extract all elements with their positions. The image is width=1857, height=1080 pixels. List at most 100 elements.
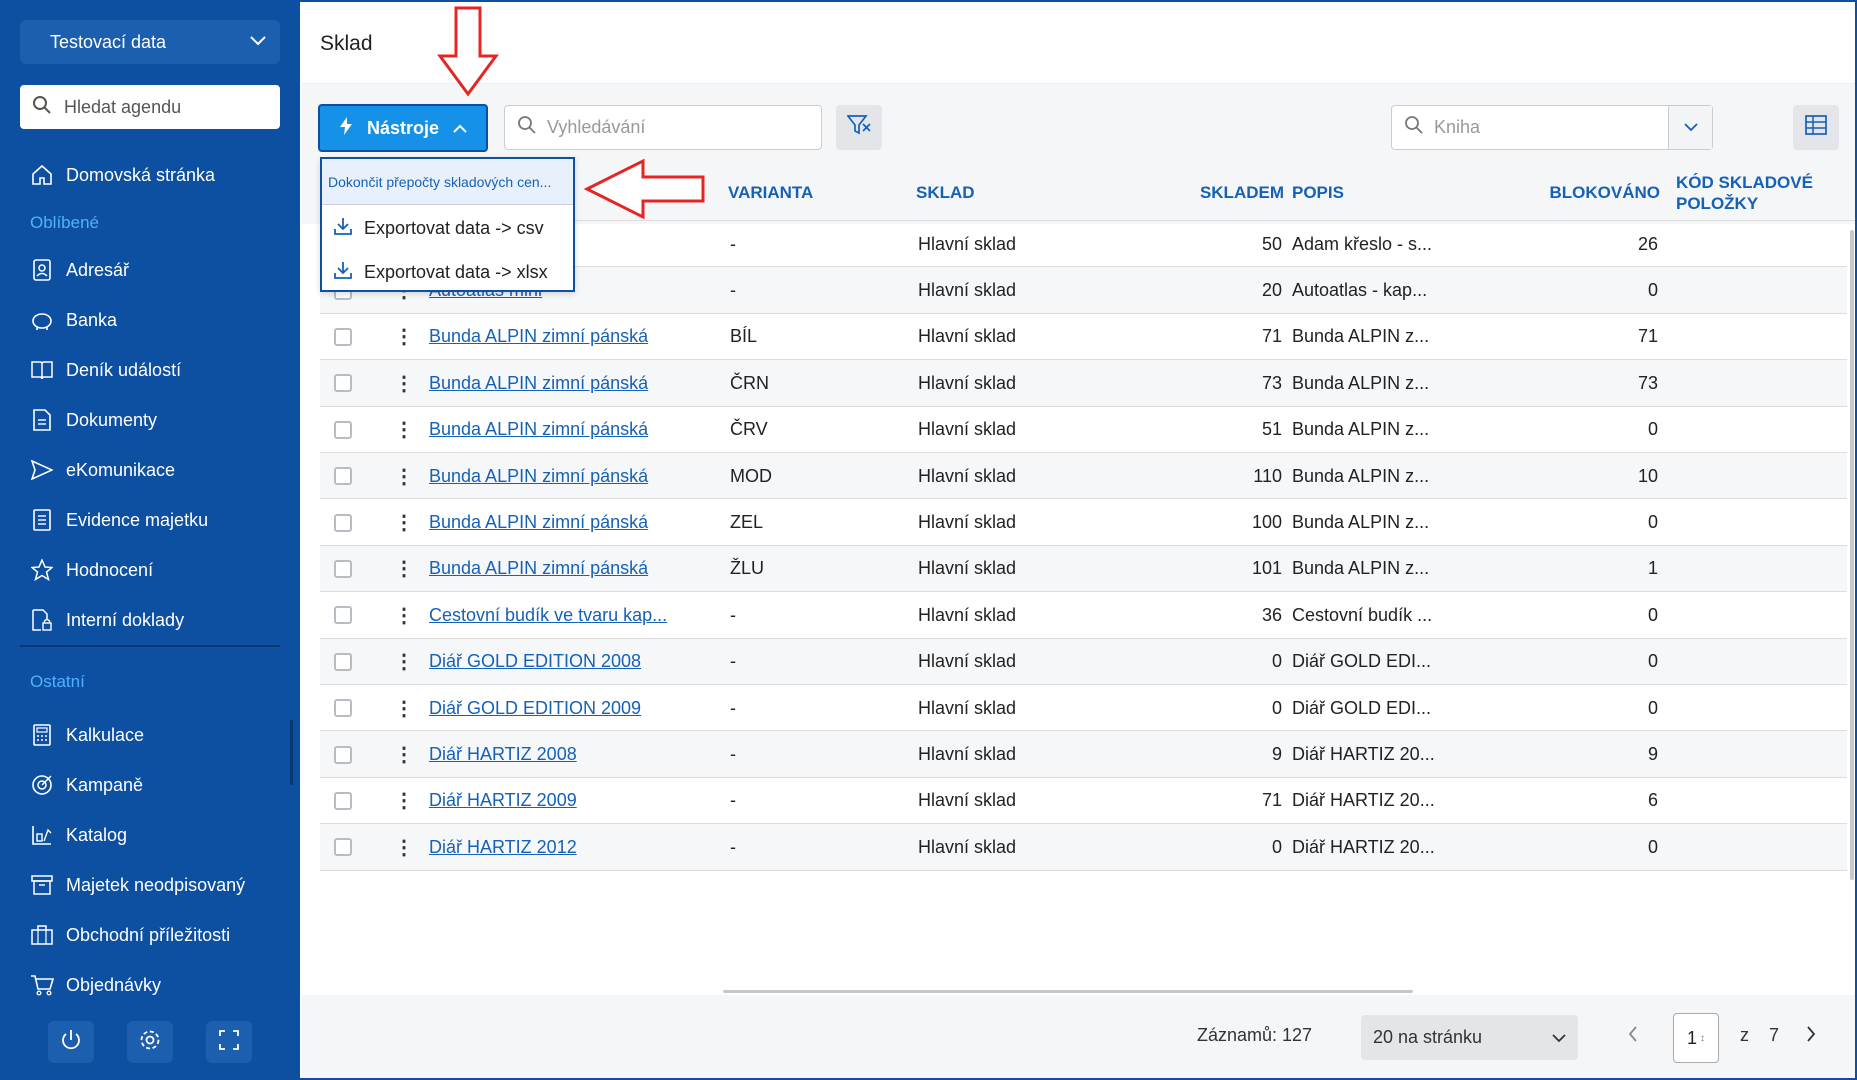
table-row[interactable]: ⋮ Bunda ALPIN zimní pánská ZEL Hlavní sklad… [320,499,1847,546]
row-checkbox[interactable] [334,546,352,592]
table-row[interactable]: ⋮ Bunda ALPIN zimní pánská ČRV Hlavní sklad… [320,407,1847,453]
item-name-link[interactable]: Diář GOLD EDITION 2008 [429,639,641,685]
row-checkbox[interactable] [334,453,352,499]
table-row[interactable]: ⋮ Diář HARTIZ 2009 - Hlavní sklad 71 Diář HAR… [320,778,1847,825]
book-select[interactable]: Kniha [1391,105,1713,150]
row-checkbox[interactable] [334,499,352,545]
column-header-skladem[interactable]: SKLADEM [1164,165,1284,221]
per-page-select[interactable]: 20 na stránku [1361,1015,1578,1060]
checkbox[interactable] [334,838,352,857]
row-checkbox[interactable] [334,778,352,824]
table-row[interactable]: ⋮ Cestovní budík ve tvaru kap... - Hlavní s… [320,592,1847,639]
row-menu-icon[interactable]: ⋮ [394,360,414,406]
menu-item-export-csv[interactable]: Exportovat data -> csv [322,206,573,250]
table-row[interactable]: ⋮ Diář GOLD EDITION 2009 - Hlavní sklad 0 Diá… [320,685,1847,732]
settings-button[interactable] [127,1021,173,1063]
row-checkbox[interactable] [334,731,352,777]
row-checkbox[interactable] [334,407,352,453]
row-checkbox[interactable] [334,824,352,870]
sidebar-item-dokumenty[interactable]: Dokumenty [30,400,157,440]
checkbox[interactable] [334,467,352,486]
previous-page-button[interactable] [1628,1025,1638,1048]
column-header-sklad[interactable]: SKLAD [916,165,975,221]
table-row[interactable]: ⋮ Diář HARTIZ 2012 - Hlavní sklad 0 Diář HART… [320,824,1847,871]
table-row[interactable]: ⋮ Bunda ALPIN zimní pánská BÍL Hlavní sklad… [320,314,1847,361]
sidebar-item-banka[interactable]: Banka [30,300,117,340]
row-menu-icon[interactable]: ⋮ [394,546,414,592]
checkbox[interactable] [334,791,352,810]
item-name-link[interactable]: Diář GOLD EDITION 2009 [429,685,641,731]
checkbox[interactable] [334,327,352,346]
row-menu-icon[interactable]: ⋮ [394,731,414,777]
table-row[interactable]: ⋮ Bunda ALPIN zimní pánská MOD Hlavní sklad… [320,453,1847,500]
sidebar-item-adresar[interactable]: Adresář [30,250,129,290]
checkbox[interactable] [334,420,352,439]
item-name-link[interactable]: Bunda ALPIN zimní pánská [429,407,648,453]
search-input[interactable]: Vyhledávání [504,105,822,150]
row-checkbox[interactable] [334,639,352,685]
sidebar-item-hodnoceni[interactable]: Hodnocení [30,550,153,590]
vertical-scrollbar[interactable] [1850,230,1854,880]
row-menu-icon[interactable]: ⋮ [394,453,414,499]
column-header-varianta[interactable]: VARIANTA [728,165,813,221]
sidebar-item-ekomunikace[interactable]: eKomunikace [30,450,175,490]
filter-button[interactable] [836,105,882,150]
fullscreen-button[interactable] [206,1021,252,1063]
row-checkbox[interactable] [334,685,352,731]
sidebar-item-denik[interactable]: Deník událostí [30,350,181,390]
sidebar-item-interni-doklady[interactable]: Interní doklady [30,600,184,640]
item-name-link[interactable]: Bunda ALPIN zimní pánská [429,360,648,406]
checkbox[interactable] [334,374,352,393]
sidebar-item-home[interactable]: Domovská stránka [30,155,215,195]
table-row[interactable]: ⋮ Diář HARTIZ 2008 - Hlavní sklad 9 Diář HART… [320,731,1847,778]
page-number-input[interactable]: 1 ↕ [1673,1013,1719,1063]
row-menu-icon[interactable]: ⋮ [394,592,414,638]
row-menu-icon[interactable]: ⋮ [394,778,414,824]
agenda-search-input[interactable]: Hledat agendu [20,85,280,129]
next-page-button[interactable] [1806,1025,1816,1048]
company-select[interactable]: Testovací data [20,20,280,64]
tools-button[interactable]: Nástroje [318,104,488,152]
logout-button[interactable] [48,1021,94,1063]
row-checkbox[interactable] [334,360,352,406]
column-header-blokovano[interactable]: BLOKOVÁNO [1490,165,1661,221]
sidebar-item-kalkulace[interactable]: Kalkulace [30,715,144,755]
item-name-link[interactable]: Bunda ALPIN zimní pánská [429,546,648,592]
horizontal-scrollbar[interactable] [723,990,1413,993]
checkbox[interactable] [334,745,352,764]
sidebar-item-katalog[interactable]: Katalog [30,815,127,855]
item-name-link[interactable]: Bunda ALPIN zimní pánská [429,314,648,360]
table-row[interactable]: ⋮ Bunda ALPIN zimní pánská ŽLU Hlavní sklad… [320,545,1847,593]
table-row[interactable]: ⋮ Bunda ALPIN zimní pánská ČRN Hlavní sklad… [320,360,1847,407]
item-name-link[interactable]: Diář HARTIZ 2008 [429,731,577,777]
row-menu-icon[interactable]: ⋮ [394,499,414,545]
checkbox[interactable] [334,513,352,532]
row-checkbox[interactable] [334,592,352,638]
column-header-kod[interactable]: KÓD SKLADOVÉ POLOŽKY [1676,165,1836,221]
row-menu-icon[interactable]: ⋮ [394,685,414,731]
row-checkbox[interactable] [334,314,352,360]
row-menu-icon[interactable]: ⋮ [394,824,414,870]
sidebar-item-obchodni-prilezitosti[interactable]: Obchodní příležitosti [30,915,230,955]
row-menu-icon[interactable]: ⋮ [394,639,414,685]
sidebar-item-evidence-majetku[interactable]: Evidence majetku [30,500,208,540]
chevron-down-icon[interactable] [1668,106,1712,149]
item-name-link[interactable]: Diář HARTIZ 2009 [429,778,577,824]
checkbox[interactable] [334,606,352,625]
columns-button[interactable] [1793,105,1839,150]
sidebar-scrollbar[interactable] [290,720,293,785]
column-header-popis[interactable]: POPIS [1292,165,1344,221]
row-menu-icon[interactable]: ⋮ [394,314,414,360]
sidebar-item-objednavky[interactable]: Objednávky [30,965,161,1005]
row-menu-icon[interactable]: ⋮ [394,407,414,453]
item-name-link[interactable]: Diář HARTIZ 2012 [429,824,577,870]
menu-item-export-xlsx[interactable]: Exportovat data -> xlsx [322,250,573,294]
sidebar-item-majetek-neodpisovany[interactable]: Majetek neodpisovaný [30,865,245,905]
checkbox[interactable] [334,652,352,671]
item-name-link[interactable]: Bunda ALPIN zimní pánská [429,499,648,545]
sidebar-item-kampane[interactable]: Kampaně [30,765,143,805]
table-row[interactable]: ⋮ Diář GOLD EDITION 2008 - Hlavní sklad 0 Diá… [320,638,1847,685]
item-name-link[interactable]: Cestovní budík ve tvaru kap... [429,592,667,638]
item-name-link[interactable]: Bunda ALPIN zimní pánská [429,453,648,499]
checkbox[interactable] [334,699,352,718]
